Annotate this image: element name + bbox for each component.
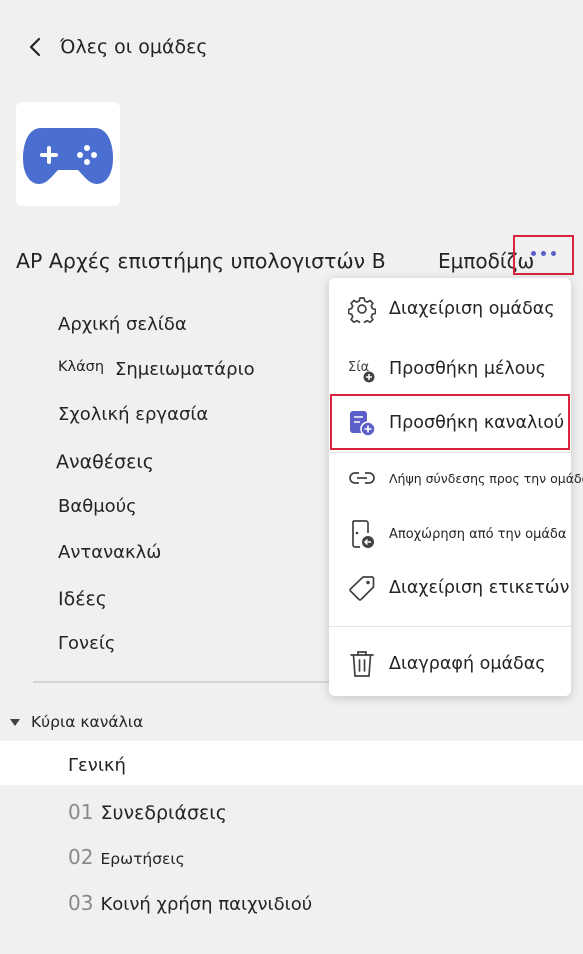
team-options-menu: Διαχείριση ομάδας Σία Προσθήκη μέλους Πρ… (329, 278, 583, 696)
channel-item-game-sharing[interactable]: 03 Κοινή χρήση παιχνιδιού (68, 891, 312, 915)
add-person-icon: Σία (347, 354, 377, 384)
menu-item-label: Λήψη σύνδεσης προς την ομάδα (389, 470, 583, 486)
menu-item-manage-tags[interactable]: Διαχείριση ετικετών (347, 573, 569, 603)
nav-item-reflect[interactable]: Αντανακλώ (58, 542, 161, 563)
menu-divider (329, 452, 571, 453)
menu-item-label: Προσθήκη μέλους (389, 359, 546, 379)
channel-number: 03 (68, 891, 94, 915)
menu-item-add-member[interactable]: Σία Προσθήκη μέλους (347, 354, 546, 384)
gamepad-icon (23, 128, 113, 184)
channels-section-header[interactable]: Κύρια κανάλια (10, 713, 143, 731)
menu-item-label: Διαχείριση ετικετών (389, 578, 570, 598)
trash-icon (347, 649, 377, 679)
channel-label: Κοινή χρήση παιχνιδιού (100, 894, 313, 915)
back-to-all-teams[interactable]: Όλες οι ομάδες (24, 30, 208, 64)
team-avatar (16, 102, 120, 206)
menu-divider (329, 626, 571, 627)
menu-item-manage-team[interactable]: Διαχείριση ομάδας (347, 294, 555, 324)
menu-item-label: Αποχώρηση από την ομάδα (389, 526, 567, 542)
menu-item-delete-team[interactable]: Διαγραφή ομάδας (347, 649, 546, 679)
leave-icon (347, 519, 377, 549)
chevron-left-icon (29, 37, 41, 57)
channel-number: 01 (68, 800, 94, 824)
nav-item-notebook[interactable]: Σημειωματάριο (115, 359, 255, 380)
nav-item-schoolwork[interactable]: Σχολική εργασία (58, 404, 208, 425)
add-channel-icon (347, 408, 377, 438)
menu-item-get-link[interactable]: Λήψη σύνδεσης προς την ομάδα (347, 463, 583, 493)
more-icon (531, 250, 556, 256)
menu-item-add-channel[interactable]: Προσθήκη καναλιού (347, 408, 564, 438)
channel-item-meetings[interactable]: 01 Συνεδριάσεις (68, 800, 227, 824)
nav-item-grades[interactable]: Βαθμούς (58, 496, 137, 517)
nav-item-class[interactable]: Κλάση (58, 359, 104, 375)
channel-label: Ερωτήσεις (100, 850, 185, 868)
tag-icon (347, 573, 377, 603)
channels-header-label: Κύρια κανάλια (31, 713, 144, 731)
team-name: ΑΡ Αρχές επιστήμης υπολογιστών Β (16, 249, 386, 273)
nav-item-assignments[interactable]: Αναθέσεις (56, 451, 154, 473)
menu-item-label: Προσθήκη καναλιού (389, 413, 565, 433)
menu-item-label: Διαχείριση ομάδας (389, 299, 555, 319)
channel-general-label: Γενική (68, 755, 126, 776)
gear-icon (347, 294, 377, 324)
nav-item-home[interactable]: Αρχική σελίδα (58, 314, 187, 335)
menu-item-leave-team[interactable]: Αποχώρηση από την ομάδα (347, 519, 566, 549)
back-label: Όλες οι ομάδες (60, 36, 208, 58)
nav-item-ideas[interactable]: Ιδέες (58, 588, 107, 610)
divider (33, 681, 333, 683)
channel-label: Συνεδριάσεις (100, 802, 227, 824)
link-icon (347, 463, 377, 493)
menu-item-label: Διαγραφή ομάδας (389, 654, 546, 674)
more-options-button[interactable] (513, 235, 574, 275)
channel-item-questions[interactable]: 02 Ερωτήσεις (68, 845, 185, 869)
caret-down-icon (10, 718, 20, 726)
channel-number: 02 (68, 845, 94, 869)
nav-item-parents[interactable]: Γονείς (58, 633, 115, 654)
